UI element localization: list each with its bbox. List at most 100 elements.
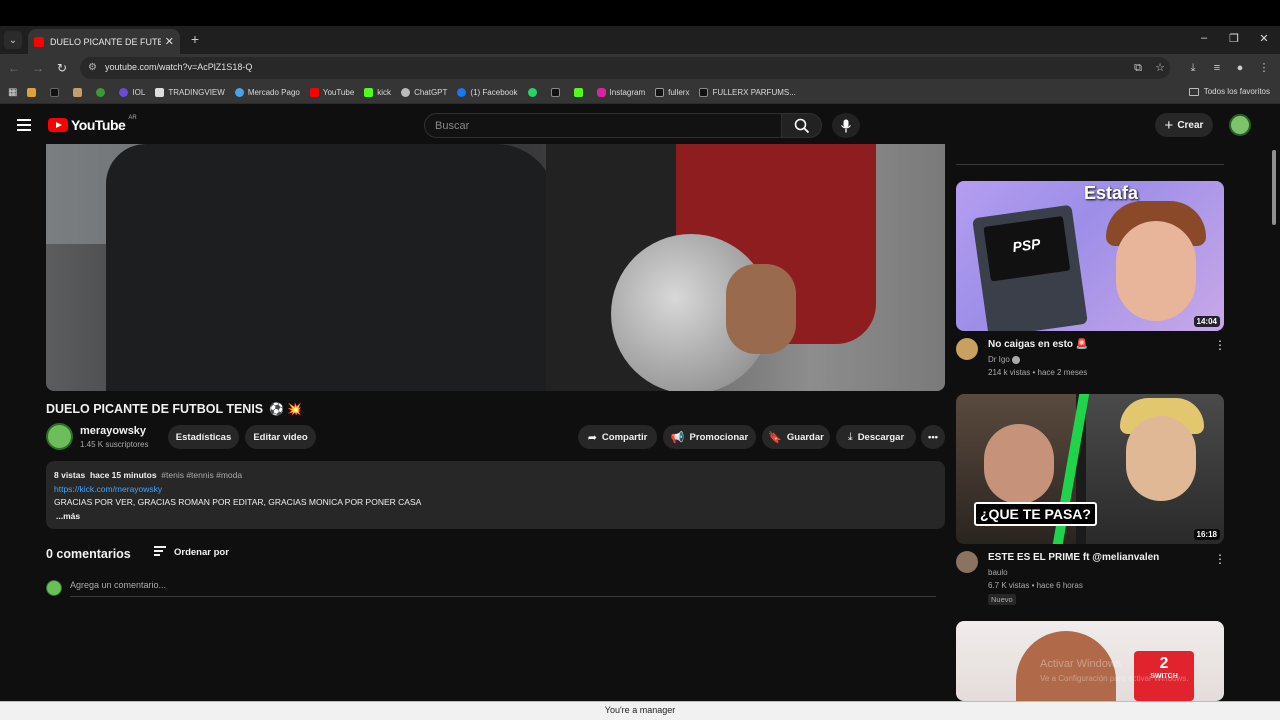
bookmark-fullerx-parfums[interactable]: FULLERX PARFUMS...: [699, 88, 796, 97]
channel-avatar[interactable]: [46, 423, 73, 450]
voice-search-button[interactable]: [832, 113, 860, 138]
profile-icon[interactable]: ●: [1233, 61, 1247, 75]
rec-thumbnail[interactable]: PSP Estafa 14:04: [956, 181, 1224, 331]
close-tab-icon[interactable]: ✕: [165, 35, 174, 48]
bookmark-whatsapp[interactable]: [527, 88, 541, 97]
video-player[interactable]: [46, 144, 945, 391]
close-window-icon[interactable]: ✕: [1256, 32, 1272, 45]
save-button[interactable]: 🔖 Guardar: [762, 425, 830, 449]
site-info-icon[interactable]: ⚙: [88, 62, 100, 74]
youtube-logo[interactable]: YouTube AR: [48, 115, 137, 133]
video-title-text: DUELO PICANTE DE FUTBOL TENIS: [46, 402, 264, 416]
search-box[interactable]: [424, 113, 782, 138]
microphone-icon: [841, 119, 851, 132]
menu-kebab-icon[interactable]: ⋮: [1257, 61, 1271, 75]
restore-icon[interactable]: ❐: [1226, 32, 1242, 45]
add-comment-input[interactable]: Agrega un comentario...: [70, 580, 936, 597]
edit-video-button[interactable]: Editar video: [245, 425, 316, 449]
rec-channel[interactable]: Dr Igo: [988, 355, 1021, 364]
tiktok-icon: [550, 88, 560, 97]
rec-menu-icon[interactable]: ⋮: [1214, 338, 1226, 352]
forward-icon[interactable]: →: [30, 60, 46, 76]
user-avatar[interactable]: [1229, 114, 1251, 136]
browser-tab[interactable]: DUELO PICANTE DE FUTBOL TE ✕: [28, 29, 180, 54]
omnibox[interactable]: ⚙ youtube.com/watch?v=AcPlZ1S18-Q: [80, 57, 1170, 79]
tab-search-button[interactable]: ⌄: [4, 31, 22, 49]
bookmark-label: kick: [377, 88, 392, 97]
bookmark-tiktok[interactable]: [550, 88, 564, 97]
page-scrollbar[interactable]: [1271, 145, 1277, 701]
reload-icon[interactable]: ↻: [54, 60, 70, 76]
all-bookmarks[interactable]: Todos los favoritos: [1188, 87, 1270, 96]
url-text[interactable]: youtube.com/watch?v=AcPlZ1S18-Q: [105, 62, 252, 72]
download-icon[interactable]: ⤓: [1186, 61, 1200, 75]
more-actions-button[interactable]: •••: [921, 425, 945, 449]
bookmark-label: YouTube: [322, 88, 355, 97]
rec-title[interactable]: No caigas en esto 🚨: [988, 339, 1088, 350]
minimize-icon[interactable]: –: [1196, 32, 1212, 44]
subscriber-count: 1.45 K suscriptores: [80, 440, 149, 449]
menu-icon[interactable]: [17, 119, 31, 134]
rec-channel-avatar[interactable]: [956, 551, 978, 573]
bookmark-label: fullerx: [668, 88, 690, 97]
bookmark-2[interactable]: [50, 88, 63, 97]
rec-channel-avatar[interactable]: [956, 338, 978, 360]
thumb-text: 2: [1159, 655, 1169, 672]
hashtags[interactable]: #tenis #tennis #moda: [161, 470, 242, 480]
media-icon[interactable]: ≡: [1210, 61, 1224, 75]
windows-activation-watermark: Activar Windows: [1040, 658, 1122, 670]
bookmark-tradingview[interactable]: TRADINGVIEW: [155, 88, 225, 97]
iol-icon: [119, 88, 129, 97]
bookmark-1[interactable]: [27, 88, 40, 97]
search-input[interactable]: [425, 114, 781, 137]
search-button[interactable]: [782, 113, 822, 138]
bookmark-kick[interactable]: kick: [364, 88, 391, 97]
rec-title[interactable]: ESTE ES EL PRIME ft @melianvalen: [988, 552, 1159, 563]
save-label: Guardar: [786, 431, 824, 443]
youtube-header: YouTube AR +Crear: [0, 105, 1280, 145]
bookmark-label: Instagram: [609, 88, 646, 97]
rec-menu-icon[interactable]: ⋮: [1214, 552, 1226, 566]
rec-thumbnail[interactable]: ¿QUE TE PASA? 16:18: [956, 394, 1224, 544]
bookmark-star-icon[interactable]: ☆: [1153, 61, 1167, 75]
apps-grid-icon[interactable]: ▦: [8, 87, 17, 98]
bookmark-chatgpt[interactable]: ChatGPT: [401, 88, 447, 97]
promote-button[interactable]: 📢 Promocionar: [663, 425, 756, 449]
bookmark-iol[interactable]: IOL: [119, 88, 145, 97]
description-box[interactable]: 8 vistas hace 15 minutos #tenis #tennis …: [46, 461, 945, 529]
video-duration: 14:04: [1193, 316, 1220, 327]
windows-activation-watermark-sub: Ve a Configuración para activar Windows.: [1040, 674, 1189, 683]
rec-title-text: No caigas en esto: [988, 339, 1074, 350]
bookmark-3[interactable]: [73, 88, 86, 97]
bookmark-fullerx[interactable]: fullerx: [655, 88, 689, 97]
scrollbar-thumb[interactable]: [1272, 150, 1276, 225]
sort-comments-button[interactable]: Ordenar por: [154, 546, 229, 558]
back-icon[interactable]: ←: [6, 60, 22, 76]
download-button[interactable]: ⤓ Descargar: [836, 425, 916, 449]
description-link[interactable]: https://kick.com/merayowsky: [54, 484, 162, 494]
bookmarks-bar: ▦ IOL TRADINGVIEW Mercado Pago YouTube k…: [0, 82, 1280, 104]
rec-channel[interactable]: baulo: [988, 568, 1008, 577]
video-frame-hand: [726, 264, 796, 354]
channel-name[interactable]: merayowsky: [80, 425, 146, 437]
install-app-icon[interactable]: ⧉: [1131, 61, 1145, 75]
show-more-link[interactable]: ...más: [54, 511, 80, 521]
promote-label: Promocionar: [689, 431, 749, 443]
share-button[interactable]: ➦ Compartir: [578, 425, 657, 449]
megaphone-icon: 📢: [670, 431, 685, 444]
all-bookmarks-label: Todos los favoritos: [1203, 87, 1270, 96]
fullerx-icon: [655, 88, 665, 97]
bookmark-youtube[interactable]: YouTube: [309, 88, 355, 97]
youtube-favicon-icon: [34, 36, 44, 47]
bookmark-mercadopago[interactable]: Mercado Pago: [234, 88, 300, 97]
manager-banner: You're a manager: [0, 701, 1280, 720]
bookmark-instagram[interactable]: Instagram: [596, 88, 646, 97]
kick-icon: [573, 88, 583, 97]
bookmark-kick-2[interactable]: [573, 88, 587, 97]
bookmark-4[interactable]: [96, 88, 109, 97]
create-button[interactable]: + Crear: [1155, 113, 1213, 137]
bookmark-facebook[interactable]: (1) Facebook: [457, 88, 518, 97]
new-tab-button[interactable]: +: [188, 31, 202, 49]
stats-button[interactable]: Estadísticas: [168, 425, 239, 449]
thumb-person-face: [1126, 416, 1196, 501]
